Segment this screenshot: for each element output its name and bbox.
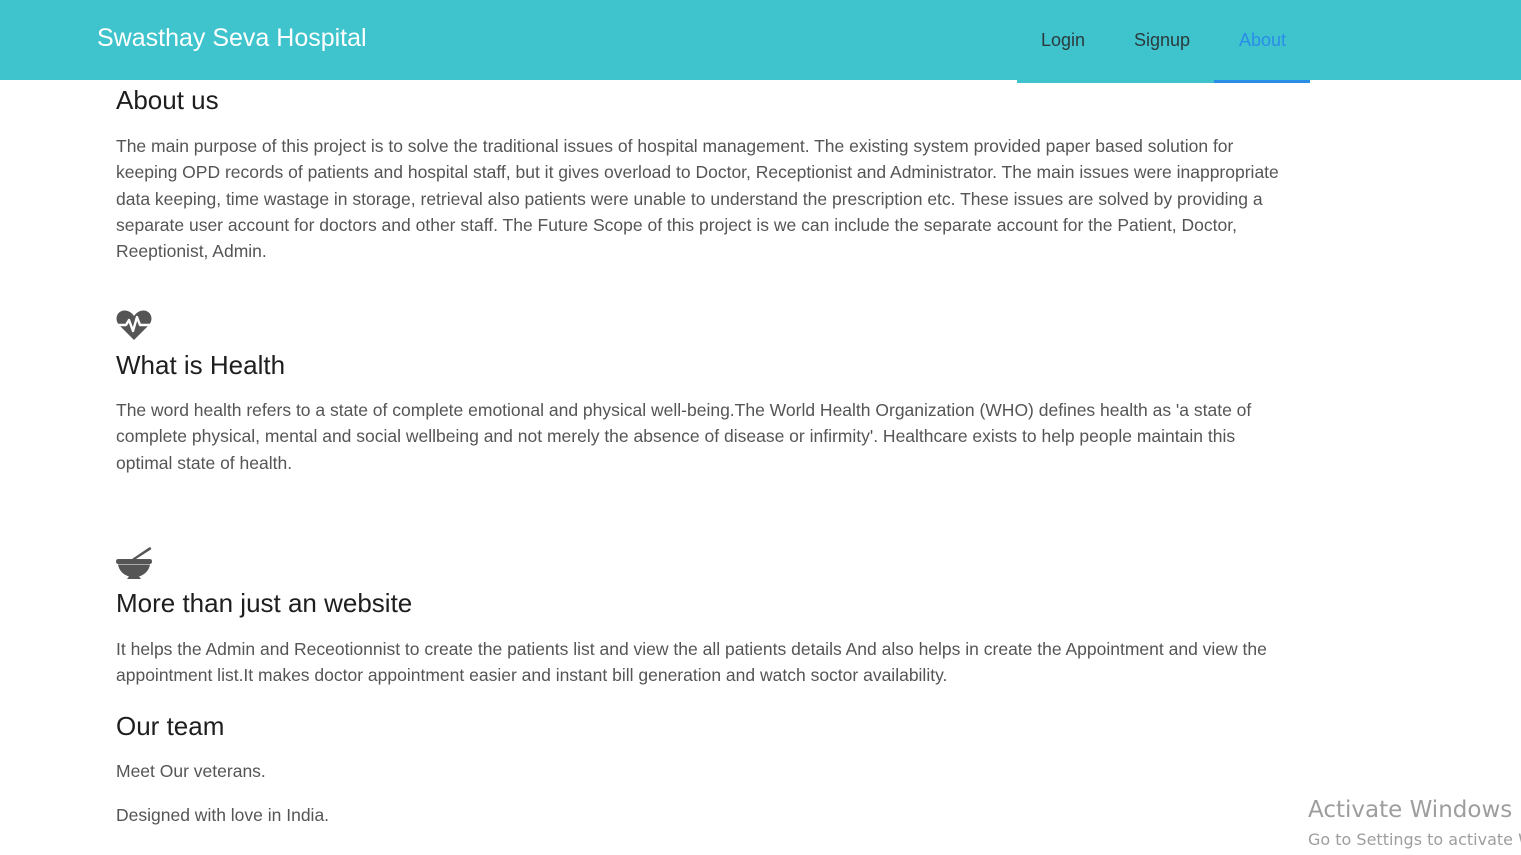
active-tab-indicator xyxy=(1214,80,1310,83)
brand-name[interactable]: Swasthay Seva Hospital xyxy=(97,24,367,53)
watermark-title: Activate Windows xyxy=(1308,797,1513,823)
heartbeat-icon xyxy=(116,309,152,341)
about-text: The main purpose of this project is to s… xyxy=(116,136,1279,262)
watermark-subtitle: Go to Settings to activate Windows. xyxy=(1308,830,1521,849)
team-tagline: Meet Our veterans. xyxy=(116,761,266,781)
nav-about-link[interactable]: About xyxy=(1239,30,1286,51)
website-text: It helps the Admin and Receotionnist to … xyxy=(116,639,1267,686)
nav-login-link[interactable]: Login xyxy=(1041,30,1085,51)
health-heading: What is Health xyxy=(116,350,286,380)
health-text: The word health refers to a state of com… xyxy=(116,400,1252,473)
navbar: Swasthay Seva Hospital Login Signup Abou… xyxy=(0,0,1521,83)
website-heading: More than just an website xyxy=(116,588,413,618)
activate-windows-watermark: Activate Windows Go to Settings to activ… xyxy=(1308,797,1521,849)
footer-credit: Designed with love in India. xyxy=(116,805,330,825)
nav-links: Login Signup About xyxy=(1017,0,1310,83)
mortar-pestle-icon xyxy=(116,545,152,581)
team-heading: Our team xyxy=(116,711,225,741)
about-heading: About us xyxy=(116,85,219,115)
nav-signup-link[interactable]: Signup xyxy=(1134,30,1190,51)
